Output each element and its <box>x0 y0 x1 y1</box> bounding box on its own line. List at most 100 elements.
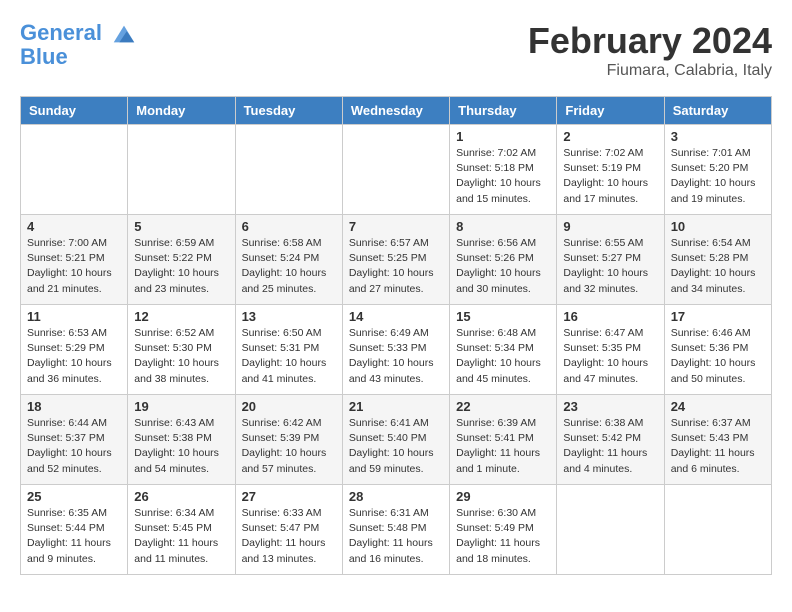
calendar-cell: 6Sunrise: 6:58 AMSunset: 5:24 PMDaylight… <box>235 215 342 305</box>
calendar-cell: 7Sunrise: 6:57 AMSunset: 5:25 PMDaylight… <box>342 215 449 305</box>
calendar-cell: 15 Sunrise: 6:48 AMSunset: 5:34 PMDayligh… <box>450 305 557 395</box>
calendar-week-2: 4 Sunrise: 7:00 AMSunset: 5:21 PMDaylight… <box>21 215 772 305</box>
day-info: Sunrise: 6:46 AMSunset: 5:36 PMDaylight:… <box>671 326 765 387</box>
calendar-cell: 23 Sunrise: 6:38 AMSunset: 5:42 PMDayligh… <box>557 395 664 485</box>
calendar-cell: 27 Sunrise: 6:33 AMSunset: 5:47 PMDayligh… <box>235 485 342 575</box>
title-block: February 2024 Fiumara, Calabria, Italy <box>528 20 772 80</box>
header-thursday: Thursday <box>450 97 557 125</box>
calendar-cell <box>664 485 771 575</box>
header-sunday: Sunday <box>21 97 128 125</box>
calendar-cell: 25 Sunrise: 6:35 AMSunset: 5:44 PMDayligh… <box>21 485 128 575</box>
day-number: 18 <box>27 399 121 414</box>
calendar-cell: 1 Sunrise: 7:02 AMSunset: 5:18 PMDaylight… <box>450 125 557 215</box>
day-number: 23 <box>563 399 657 414</box>
calendar-cell <box>21 125 128 215</box>
day-number: 20 <box>242 399 336 414</box>
day-number: 9 <box>563 219 657 234</box>
header-tuesday: Tuesday <box>235 97 342 125</box>
calendar-cell <box>128 125 235 215</box>
calendar-cell: 26 Sunrise: 6:34 AMSunset: 5:45 PMDayligh… <box>128 485 235 575</box>
day-number: 13 <box>242 309 336 324</box>
calendar-cell <box>235 125 342 215</box>
day-info: Sunrise: 6:50 AMSunset: 5:31 PMDaylight:… <box>242 326 336 387</box>
day-info: Sunrise: 6:37 AMSunset: 5:43 PMDaylight:… <box>671 416 765 477</box>
day-info: Sunrise: 6:49 AMSunset: 5:33 PMDaylight:… <box>349 326 443 387</box>
calendar-title: February 2024 <box>528 20 772 62</box>
logo-icon <box>110 20 138 48</box>
day-info: Sunrise: 6:47 AMSunset: 5:35 PMDaylight:… <box>563 326 657 387</box>
day-info: Sunrise: 6:44 AMSunset: 5:37 PMDaylight:… <box>27 416 121 477</box>
day-number: 4 <box>27 219 121 234</box>
logo: General Blue <box>20 20 138 70</box>
day-info: Sunrise: 6:35 AMSunset: 5:44 PMDaylight:… <box>27 506 121 567</box>
day-number: 8 <box>456 219 550 234</box>
day-number: 19 <box>134 399 228 414</box>
day-info: Sunrise: 6:42 AMSunset: 5:39 PMDaylight:… <box>242 416 336 477</box>
day-info: Sunrise: 6:56 AMSunset: 5:26 PMDaylight:… <box>456 236 550 297</box>
day-info: Sunrise: 6:48 AMSunset: 5:34 PMDaylight:… <box>456 326 550 387</box>
calendar-cell: 3 Sunrise: 7:01 AMSunset: 5:20 PMDaylight… <box>664 125 771 215</box>
calendar-cell: 24Sunrise: 6:37 AMSunset: 5:43 PMDayligh… <box>664 395 771 485</box>
calendar-cell: 21 Sunrise: 6:41 AMSunset: 5:40 PMDayligh… <box>342 395 449 485</box>
day-info: Sunrise: 6:39 AMSunset: 5:41 PMDaylight:… <box>456 416 550 477</box>
day-info: Sunrise: 6:55 AMSunset: 5:27 PMDaylight:… <box>563 236 657 297</box>
day-number: 1 <box>456 129 550 144</box>
day-info: Sunrise: 7:00 AMSunset: 5:21 PMDaylight:… <box>27 236 121 297</box>
day-number: 5 <box>134 219 228 234</box>
calendar-cell: 16 Sunrise: 6:47 AMSunset: 5:35 PMDayligh… <box>557 305 664 395</box>
calendar-header-row: SundayMondayTuesdayWednesdayThursdayFrid… <box>21 97 772 125</box>
day-number: 17 <box>671 309 765 324</box>
calendar-cell: 20 Sunrise: 6:42 AMSunset: 5:39 PMDayligh… <box>235 395 342 485</box>
calendar-cell: 5 Sunrise: 6:59 AMSunset: 5:22 PMDaylight… <box>128 215 235 305</box>
day-info: Sunrise: 6:43 AMSunset: 5:38 PMDaylight:… <box>134 416 228 477</box>
day-info: Sunrise: 6:30 AMSunset: 5:49 PMDaylight:… <box>456 506 550 567</box>
calendar-cell <box>557 485 664 575</box>
day-number: 2 <box>563 129 657 144</box>
day-number: 22 <box>456 399 550 414</box>
calendar-cell: 8 Sunrise: 6:56 AMSunset: 5:26 PMDaylight… <box>450 215 557 305</box>
day-number: 11 <box>27 309 121 324</box>
day-info: Sunrise: 6:52 AMSunset: 5:30 PMDaylight:… <box>134 326 228 387</box>
day-info: Sunrise: 7:01 AMSunset: 5:20 PMDaylight:… <box>671 146 765 207</box>
day-number: 25 <box>27 489 121 504</box>
day-info: Sunrise: 7:02 AMSunset: 5:19 PMDaylight:… <box>563 146 657 207</box>
calendar-week-5: 25 Sunrise: 6:35 AMSunset: 5:44 PMDayligh… <box>21 485 772 575</box>
day-info: Sunrise: 6:38 AMSunset: 5:42 PMDaylight:… <box>563 416 657 477</box>
calendar-cell: 18 Sunrise: 6:44 AMSunset: 5:37 PMDayligh… <box>21 395 128 485</box>
day-number: 16 <box>563 309 657 324</box>
day-info: Sunrise: 7:02 AMSunset: 5:18 PMDaylight:… <box>456 146 550 207</box>
day-info: Sunrise: 6:33 AMSunset: 5:47 PMDaylight:… <box>242 506 336 567</box>
day-number: 27 <box>242 489 336 504</box>
day-info: Sunrise: 6:41 AMSunset: 5:40 PMDaylight:… <box>349 416 443 477</box>
calendar-cell: 4 Sunrise: 7:00 AMSunset: 5:21 PMDaylight… <box>21 215 128 305</box>
day-info: Sunrise: 6:59 AMSunset: 5:22 PMDaylight:… <box>134 236 228 297</box>
calendar-cell: 13 Sunrise: 6:50 AMSunset: 5:31 PMDayligh… <box>235 305 342 395</box>
day-number: 12 <box>134 309 228 324</box>
day-info: Sunrise: 6:31 AMSunset: 5:48 PMDaylight:… <box>349 506 443 567</box>
day-number: 15 <box>456 309 550 324</box>
day-number: 14 <box>349 309 443 324</box>
header-saturday: Saturday <box>664 97 771 125</box>
calendar-table: SundayMondayTuesdayWednesdayThursdayFrid… <box>20 96 772 575</box>
day-info: Sunrise: 6:34 AMSunset: 5:45 PMDaylight:… <box>134 506 228 567</box>
calendar-cell: 11Sunrise: 6:53 AMSunset: 5:29 PMDayligh… <box>21 305 128 395</box>
calendar-cell: 2 Sunrise: 7:02 AMSunset: 5:19 PMDaylight… <box>557 125 664 215</box>
calendar-subtitle: Fiumara, Calabria, Italy <box>528 62 772 80</box>
calendar-cell: 22 Sunrise: 6:39 AMSunset: 5:41 PMDayligh… <box>450 395 557 485</box>
day-number: 26 <box>134 489 228 504</box>
calendar-cell: 12 Sunrise: 6:52 AMSunset: 5:30 PMDayligh… <box>128 305 235 395</box>
day-number: 21 <box>349 399 443 414</box>
day-info: Sunrise: 6:57 AMSunset: 5:25 PMDaylight:… <box>349 236 443 297</box>
calendar-week-1: 1 Sunrise: 7:02 AMSunset: 5:18 PMDaylight… <box>21 125 772 215</box>
day-info: Sunrise: 6:54 AMSunset: 5:28 PMDaylight:… <box>671 236 765 297</box>
day-number: 10 <box>671 219 765 234</box>
day-info: Sunrise: 6:58 AMSunset: 5:24 PMDaylight:… <box>242 236 336 297</box>
calendar-week-4: 18 Sunrise: 6:44 AMSunset: 5:37 PMDayligh… <box>21 395 772 485</box>
day-number: 29 <box>456 489 550 504</box>
day-number: 3 <box>671 129 765 144</box>
day-number: 28 <box>349 489 443 504</box>
header-friday: Friday <box>557 97 664 125</box>
calendar-cell: 9 Sunrise: 6:55 AMSunset: 5:27 PMDaylight… <box>557 215 664 305</box>
calendar-cell: 10 Sunrise: 6:54 AMSunset: 5:28 PMDayligh… <box>664 215 771 305</box>
header-monday: Monday <box>128 97 235 125</box>
